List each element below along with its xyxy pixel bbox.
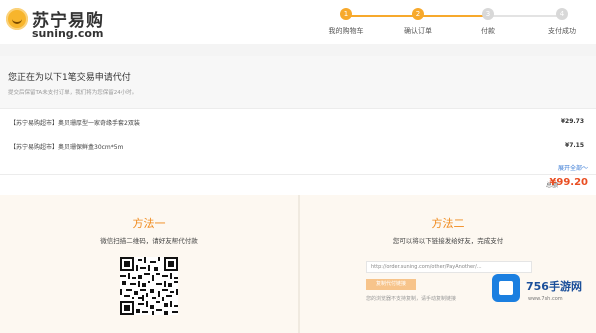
checkout-progress: 1 我的购物车 2 确认订单 3 付款 4 支付成功	[322, 8, 594, 38]
total-amount: ¥99.20	[549, 177, 588, 188]
step-label: 支付成功	[548, 27, 576, 35]
step-number: 2	[412, 8, 424, 20]
step-label: 确认订单	[404, 27, 432, 35]
step-success: 4 支付成功	[532, 8, 592, 36]
step-label: 付款	[481, 27, 495, 35]
item-price: ¥29.73	[560, 118, 584, 125]
copy-note: 您的浏览器不支持复制，请手动复制链接	[366, 296, 457, 302]
expand-all-link[interactable]: 展开全部～	[558, 163, 588, 172]
method-two-title: 方法二	[431, 217, 465, 230]
request-title: 您正在为以下1笔交易申请代付	[8, 73, 131, 83]
order-total: 总额 ¥99.20	[0, 174, 596, 193]
logo-english: suning.com	[32, 27, 104, 40]
order-items: 【苏宁易购超市】奥贝珊厚型一家奇缘手套2双装 ¥29.73 【苏宁易购超市】奥贝…	[0, 108, 596, 175]
step-label: 我的购物车	[328, 27, 364, 35]
lion-logo-icon	[6, 8, 28, 30]
item-name: 【苏宁易购超市】奥贝珊厚型一家奇缘手套2双装	[10, 120, 140, 127]
method-one-title: 方法一	[132, 217, 166, 230]
list-item: 【苏宁易购超市】奥贝珊厚型一家奇缘手套2双装 ¥29.73	[8, 115, 588, 131]
item-price: ¥7.15	[565, 142, 584, 149]
method-one-desc: 微信扫描二维码，请好友帮代付款	[100, 237, 198, 245]
step-number: 4	[556, 8, 568, 20]
list-item: 【苏宁易购超市】奥贝珊保鲜盒30cm*5m ¥7.15	[8, 139, 588, 155]
step-number: 1	[340, 8, 352, 20]
method-one-panel: 方法一 微信扫描二维码，请好友帮代付款	[0, 195, 298, 333]
site-watermark: 756手游网 www.7sh.com	[492, 268, 596, 316]
payment-request-panel: 您正在为以下1笔交易申请代付 提交后保留TA未支付订单，我们将为您保留24小时。…	[0, 56, 596, 193]
header-divider	[0, 44, 596, 56]
watermark-brand: 756手游网	[526, 280, 582, 293]
method-two-desc: 您可以将以下链接发给好友，完成支付	[392, 237, 504, 245]
watermark-url: www.7sh.com	[528, 296, 563, 302]
step-pay: 3 付款	[458, 8, 518, 36]
suning-logo[interactable]: 苏宁易购 suning.com	[6, 6, 116, 40]
copy-link-button[interactable]: 复制代付链接	[366, 279, 416, 290]
page-header: 苏宁易购 suning.com 1 我的购物车 2 确认订单 3 付款 4 支付…	[0, 0, 596, 44]
step-number: 3	[482, 8, 494, 20]
request-subtitle: 提交后保留TA未支付订单，我们将为您保留24小时。	[8, 90, 138, 96]
item-name: 【苏宁易购超市】奥贝珊保鲜盒30cm*5m	[10, 144, 124, 151]
step-cart: 1 我的购物车	[316, 8, 376, 36]
qr-code-image	[120, 257, 178, 315]
cube-logo-icon	[492, 274, 520, 302]
step-confirm-order: 2 确认订单	[388, 8, 448, 36]
